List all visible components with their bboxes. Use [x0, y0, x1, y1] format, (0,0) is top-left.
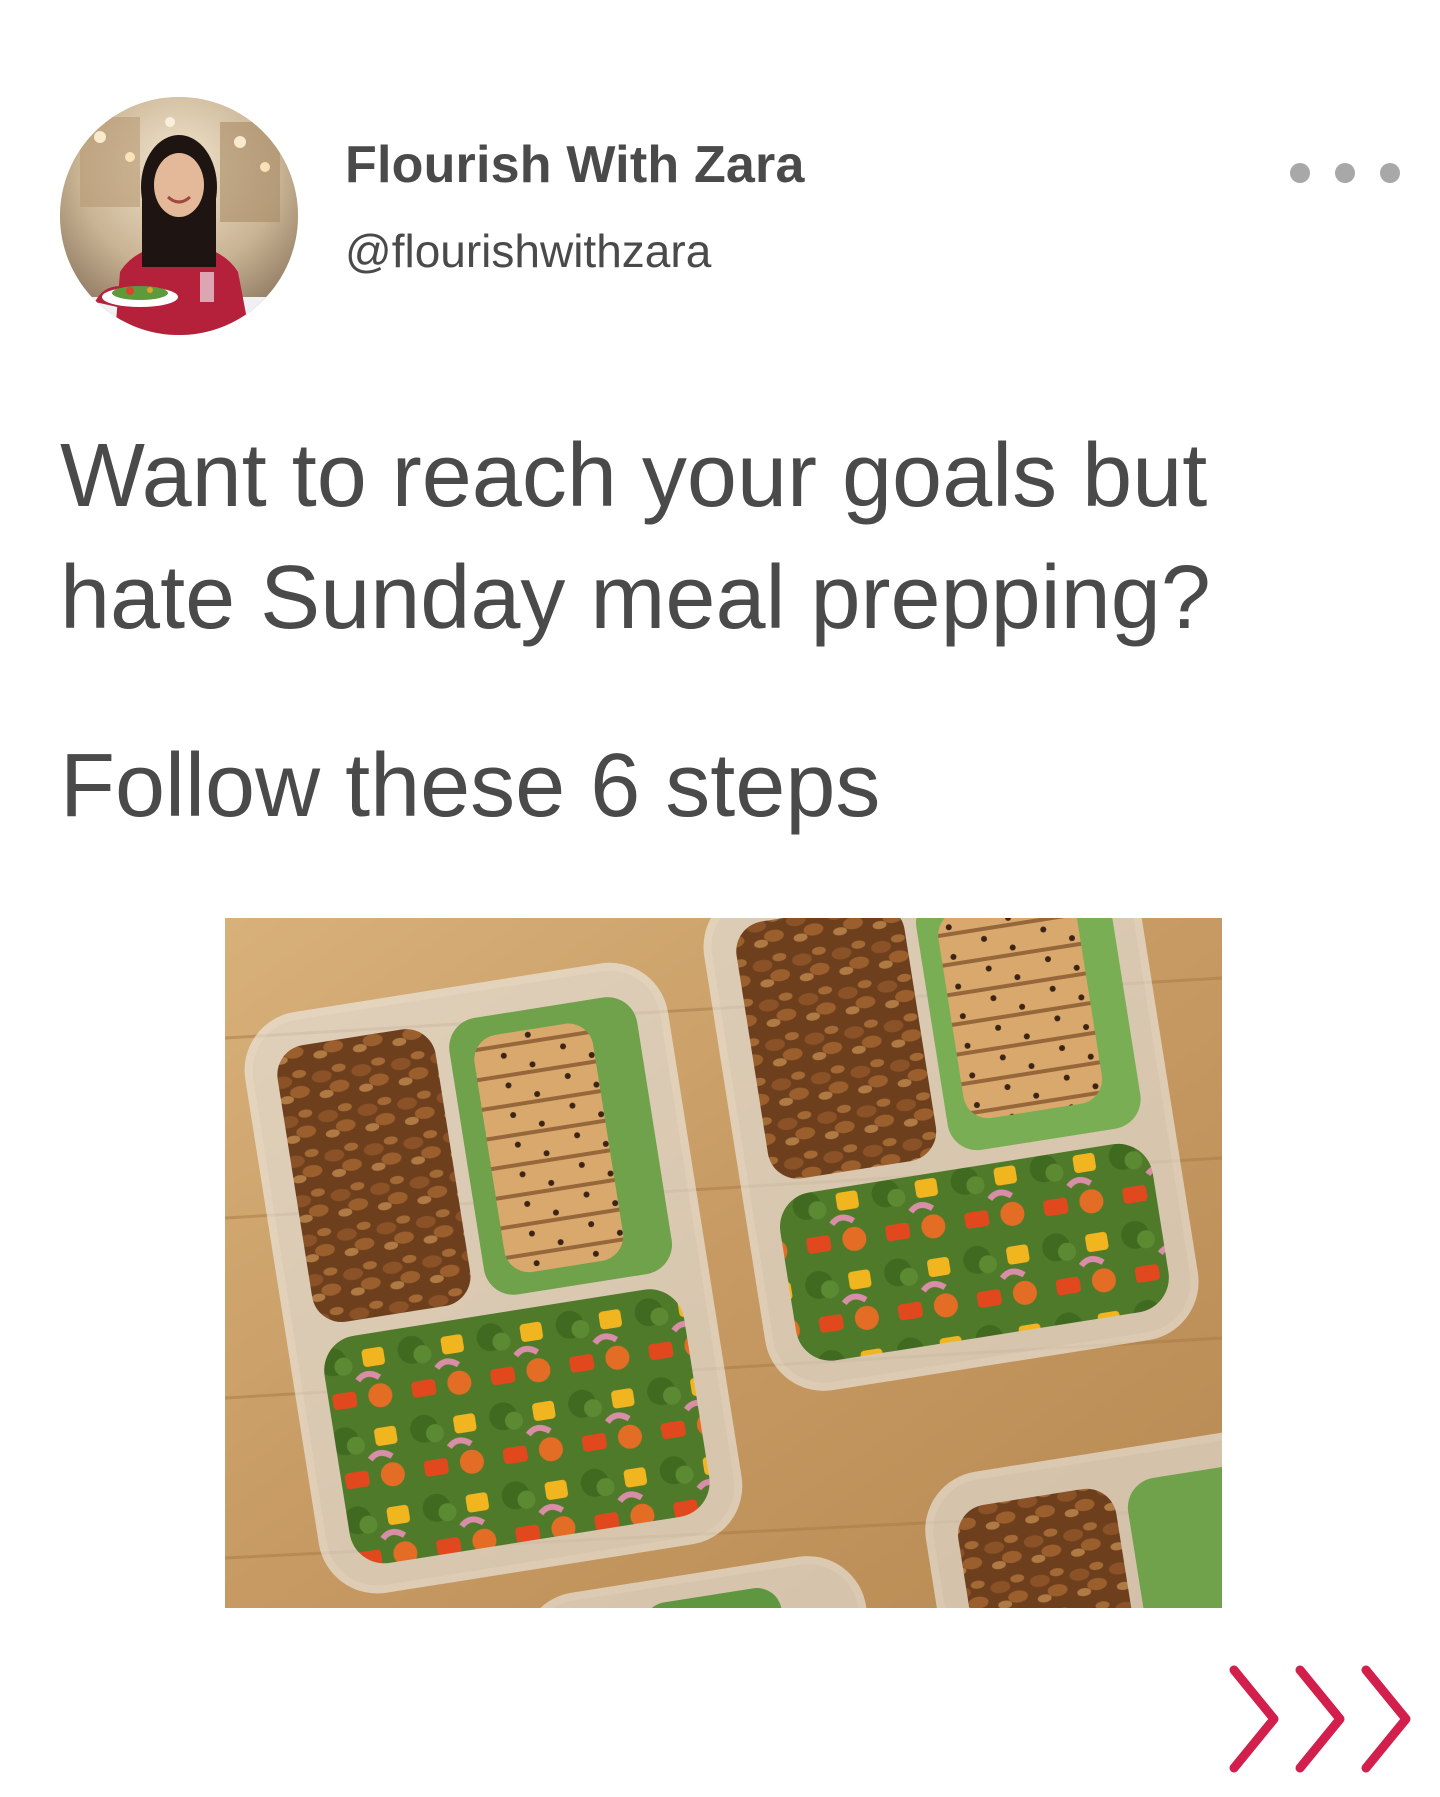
- meal-prep-photo: [225, 918, 1222, 1608]
- more-horizontal-icon: [1380, 163, 1400, 183]
- next-slide-button[interactable]: [1222, 1660, 1420, 1778]
- post-image[interactable]: [225, 918, 1222, 1608]
- profile-name[interactable]: Flourish With Zara: [345, 135, 805, 195]
- post-subline: Follow these 6 steps: [60, 736, 881, 836]
- more-horizontal-icon: [1335, 163, 1355, 183]
- more-horizontal-icon: [1290, 163, 1310, 183]
- avatar-image: [60, 97, 298, 335]
- triple-chevron-right-icon: [1229, 1665, 1411, 1773]
- avatar[interactable]: [60, 97, 298, 335]
- profile-handle[interactable]: @flourishwithzara: [345, 224, 711, 278]
- post-headline: Want to reach your goals but hate Sunday…: [60, 426, 1211, 648]
- more-options-button[interactable]: [1290, 155, 1400, 191]
